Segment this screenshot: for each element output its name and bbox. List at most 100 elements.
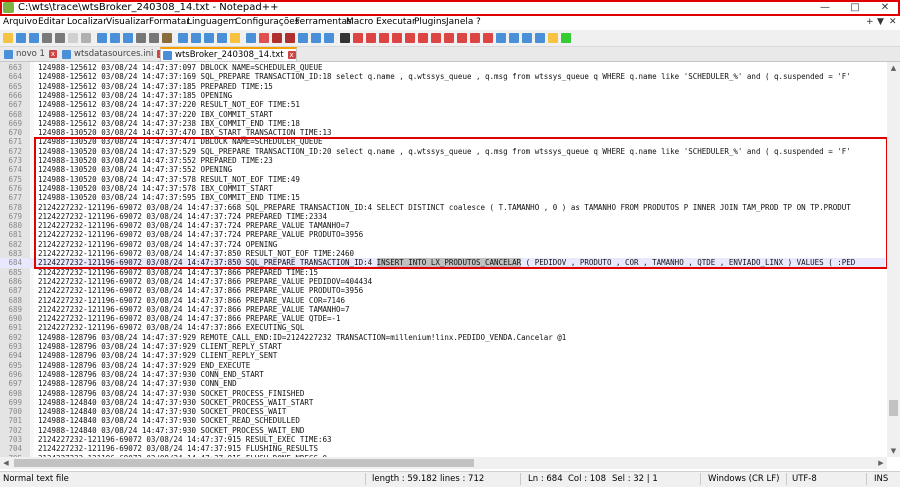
vertical-scroll-thumb[interactable] xyxy=(889,400,898,416)
editor-line[interactable]: 692 124988-128796 03/08/24 14:47:37:929 R… xyxy=(0,333,885,342)
toolbar-button-icon[interactable] xyxy=(535,33,545,43)
editor-line[interactable]: 673 124988-130520 03/08/24 14:47:37:552 P… xyxy=(0,156,885,165)
tab-close-icon[interactable]: x xyxy=(48,50,57,58)
menu-configuracoes[interactable]: Configurações xyxy=(235,17,299,27)
toolbar-button-icon[interactable] xyxy=(311,33,321,43)
editor-line[interactable]: 696 124988-128796 03/08/24 14:47:37:930 C… xyxy=(0,370,885,379)
vertical-scrollbar[interactable]: ▲ ▼ xyxy=(887,62,900,457)
scroll-right-icon[interactable]: ▶ xyxy=(875,457,887,469)
toolbar-button-icon[interactable] xyxy=(204,33,214,43)
toolbar-button-icon[interactable] xyxy=(470,33,480,43)
menu-localizar[interactable]: Localizar xyxy=(67,17,107,27)
toolbar-button-icon[interactable] xyxy=(496,33,506,43)
minimize-button[interactable]: — xyxy=(810,0,840,16)
toolbar-button-icon[interactable] xyxy=(191,33,201,43)
toolbar-button-icon[interactable] xyxy=(246,33,256,43)
toolbar-button-icon[interactable] xyxy=(55,33,65,43)
tab-wtsdatasources[interactable]: wtsdatasources.inix xyxy=(60,48,166,60)
editor-line[interactable]: 670 124988-130520 03/08/24 14:47:37:470 I… xyxy=(0,128,885,137)
editor-line[interactable]: 685 2124227232-121196-69072 03/08/24 14:4… xyxy=(0,268,885,277)
editor-line[interactable]: 702 124988-124840 03/08/24 14:47:37:930 S… xyxy=(0,426,885,435)
menu-visualizar[interactable]: Visualizar xyxy=(106,17,149,27)
editor-line[interactable]: 683 2124227232-121196-69072 03/08/24 14:4… xyxy=(0,249,885,258)
editor-line[interactable]: 665 124988-125612 03/08/24 14:47:37:185 P… xyxy=(0,82,885,91)
toolbar-button-icon[interactable] xyxy=(110,33,120,43)
editor-line[interactable]: 671 124988-130520 03/08/24 14:47:37:471 D… xyxy=(0,137,885,146)
tab-wtsbroker[interactable]: wtsBroker_240308_14.txt x xyxy=(160,47,297,61)
new-tab-plus-icon[interactable]: + xyxy=(866,17,874,27)
toolbar-button-icon[interactable] xyxy=(298,33,308,43)
editor-line[interactable]: 688 2124227232-121196-69072 03/08/24 14:4… xyxy=(0,296,885,305)
editor-line[interactable]: 675 124988-130520 03/08/24 14:47:37:578 R… xyxy=(0,175,885,184)
tab-list-down-icon[interactable]: ▼ xyxy=(877,17,884,27)
toolbar-button-icon[interactable] xyxy=(509,33,519,43)
menu-ferramentas[interactable]: Ferramentas xyxy=(295,17,352,27)
tab-close-icon[interactable]: x xyxy=(287,51,296,59)
menu-janela[interactable]: Janela xyxy=(446,17,473,27)
horizontal-scrollbar[interactable]: ◀ ▶ xyxy=(0,457,887,469)
toolbar-button-icon[interactable] xyxy=(162,33,172,43)
editor-line[interactable]: 666 124988-125612 03/08/24 14:47:37:185 O… xyxy=(0,91,885,100)
scroll-left-icon[interactable]: ◀ xyxy=(0,457,12,469)
editor-line[interactable]: 695 124988-128796 03/08/24 14:47:37:929 E… xyxy=(0,361,885,370)
toolbar-button-icon[interactable] xyxy=(123,33,133,43)
toolbar-button-icon[interactable] xyxy=(379,33,389,43)
toolbar-button-icon[interactable] xyxy=(97,33,107,43)
editor-line[interactable]: 698 124988-128796 03/08/24 14:47:37:930 S… xyxy=(0,389,885,398)
menu-arquivo[interactable]: Arquivo xyxy=(3,17,37,27)
editor-line[interactable]: 701 124988-124840 03/08/24 14:47:37:930 S… xyxy=(0,416,885,425)
toolbar-button-icon[interactable] xyxy=(29,33,39,43)
editor-line[interactable]: 703 2124227232-121196-69072 03/08/24 14:4… xyxy=(0,435,885,444)
editor-line[interactable]: 684 2124227232-121196-69072 03/08/24 14:4… xyxy=(0,258,885,268)
toolbar-button-icon[interactable] xyxy=(405,33,415,43)
toolbar-button-icon[interactable] xyxy=(324,33,334,43)
editor-line[interactable]: 699 124988-124840 03/08/24 14:47:37:930 S… xyxy=(0,398,885,407)
toolbar-button-icon[interactable] xyxy=(42,33,52,43)
toolbar-button-icon[interactable] xyxy=(178,33,188,43)
maximize-button[interactable]: □ xyxy=(840,0,870,16)
editor-line[interactable]: 669 124988-125612 03/08/24 14:47:37:238 I… xyxy=(0,119,885,128)
menu-help[interactable]: ? xyxy=(476,17,481,27)
horizontal-scroll-thumb[interactable] xyxy=(14,459,474,467)
toolbar-button-icon[interactable] xyxy=(68,33,78,43)
toolbar-button-icon[interactable] xyxy=(136,33,146,43)
editor-line[interactable]: 691 2124227232-121196-69072 03/08/24 14:4… xyxy=(0,323,885,332)
editor-line[interactable]: 697 124988-128796 03/08/24 14:47:37:930 C… xyxy=(0,379,885,388)
editor-line[interactable]: 664 124988-125612 03/08/24 14:47:37:169 S… xyxy=(0,72,885,81)
toolbar-button-icon[interactable] xyxy=(272,33,282,43)
editor-line[interactable]: 682 2124227232-121196-69072 03/08/24 14:4… xyxy=(0,240,885,249)
editor-line[interactable]: 694 124988-128796 03/08/24 14:47:37:929 C… xyxy=(0,351,885,360)
toolbar-button-icon[interactable] xyxy=(431,33,441,43)
editor-line[interactable]: 667 124988-125612 03/08/24 14:47:37:220 R… xyxy=(0,100,885,109)
editor-line[interactable]: 680 2124227232-121196-69072 03/08/24 14:4… xyxy=(0,221,885,230)
editor-line[interactable]: 686 2124227232-121196-69072 03/08/24 14:4… xyxy=(0,277,885,286)
toolbar-button-icon[interactable] xyxy=(217,33,227,43)
toolbar-button-icon[interactable] xyxy=(81,33,91,43)
menu-linguagem[interactable]: Linguagem xyxy=(187,17,237,27)
editor-line[interactable]: 674 124988-130520 03/08/24 14:47:37:552 O… xyxy=(0,165,885,174)
toolbar-button-icon[interactable] xyxy=(444,33,454,43)
tab-novo-1[interactable]: novo 1x xyxy=(2,48,57,60)
toolbar-button-icon[interactable] xyxy=(457,33,467,43)
editor-line[interactable]: 676 124988-130520 03/08/24 14:47:37:578 I… xyxy=(0,184,885,193)
text-editor[interactable]: 663 124988-125612 03/08/24 14:47:37:097 D… xyxy=(0,62,900,457)
toolbar-button-icon[interactable] xyxy=(548,33,558,43)
toolbar-button-icon[interactable] xyxy=(366,33,376,43)
toolbar-button-icon[interactable] xyxy=(285,33,295,43)
editor-line[interactable]: 663 124988-125612 03/08/24 14:47:37:097 D… xyxy=(0,63,885,72)
toolbar-button-icon[interactable] xyxy=(16,33,26,43)
menu-formatar[interactable]: Formatar xyxy=(149,17,190,27)
scroll-down-icon[interactable]: ▼ xyxy=(887,445,900,457)
toolbar-button-icon[interactable] xyxy=(483,33,493,43)
menu-executar[interactable]: Executar xyxy=(376,17,416,27)
toolbar-button-icon[interactable] xyxy=(3,33,13,43)
editor-line[interactable]: 689 2124227232-121196-69072 03/08/24 14:4… xyxy=(0,305,885,314)
toolbar-button-icon[interactable] xyxy=(418,33,428,43)
menu-macro[interactable]: Macro xyxy=(346,17,373,27)
toolbar-button-icon[interactable] xyxy=(149,33,159,43)
editor-line[interactable]: 679 2124227232-121196-69072 03/08/24 14:4… xyxy=(0,212,885,221)
toolbar-button-icon[interactable] xyxy=(561,33,571,43)
menu-editar[interactable]: Editar xyxy=(38,17,65,27)
toolbar-button-icon[interactable] xyxy=(230,33,240,43)
editor-line[interactable]: 704 2124227232-121196-69072 03/08/24 14:4… xyxy=(0,444,885,453)
